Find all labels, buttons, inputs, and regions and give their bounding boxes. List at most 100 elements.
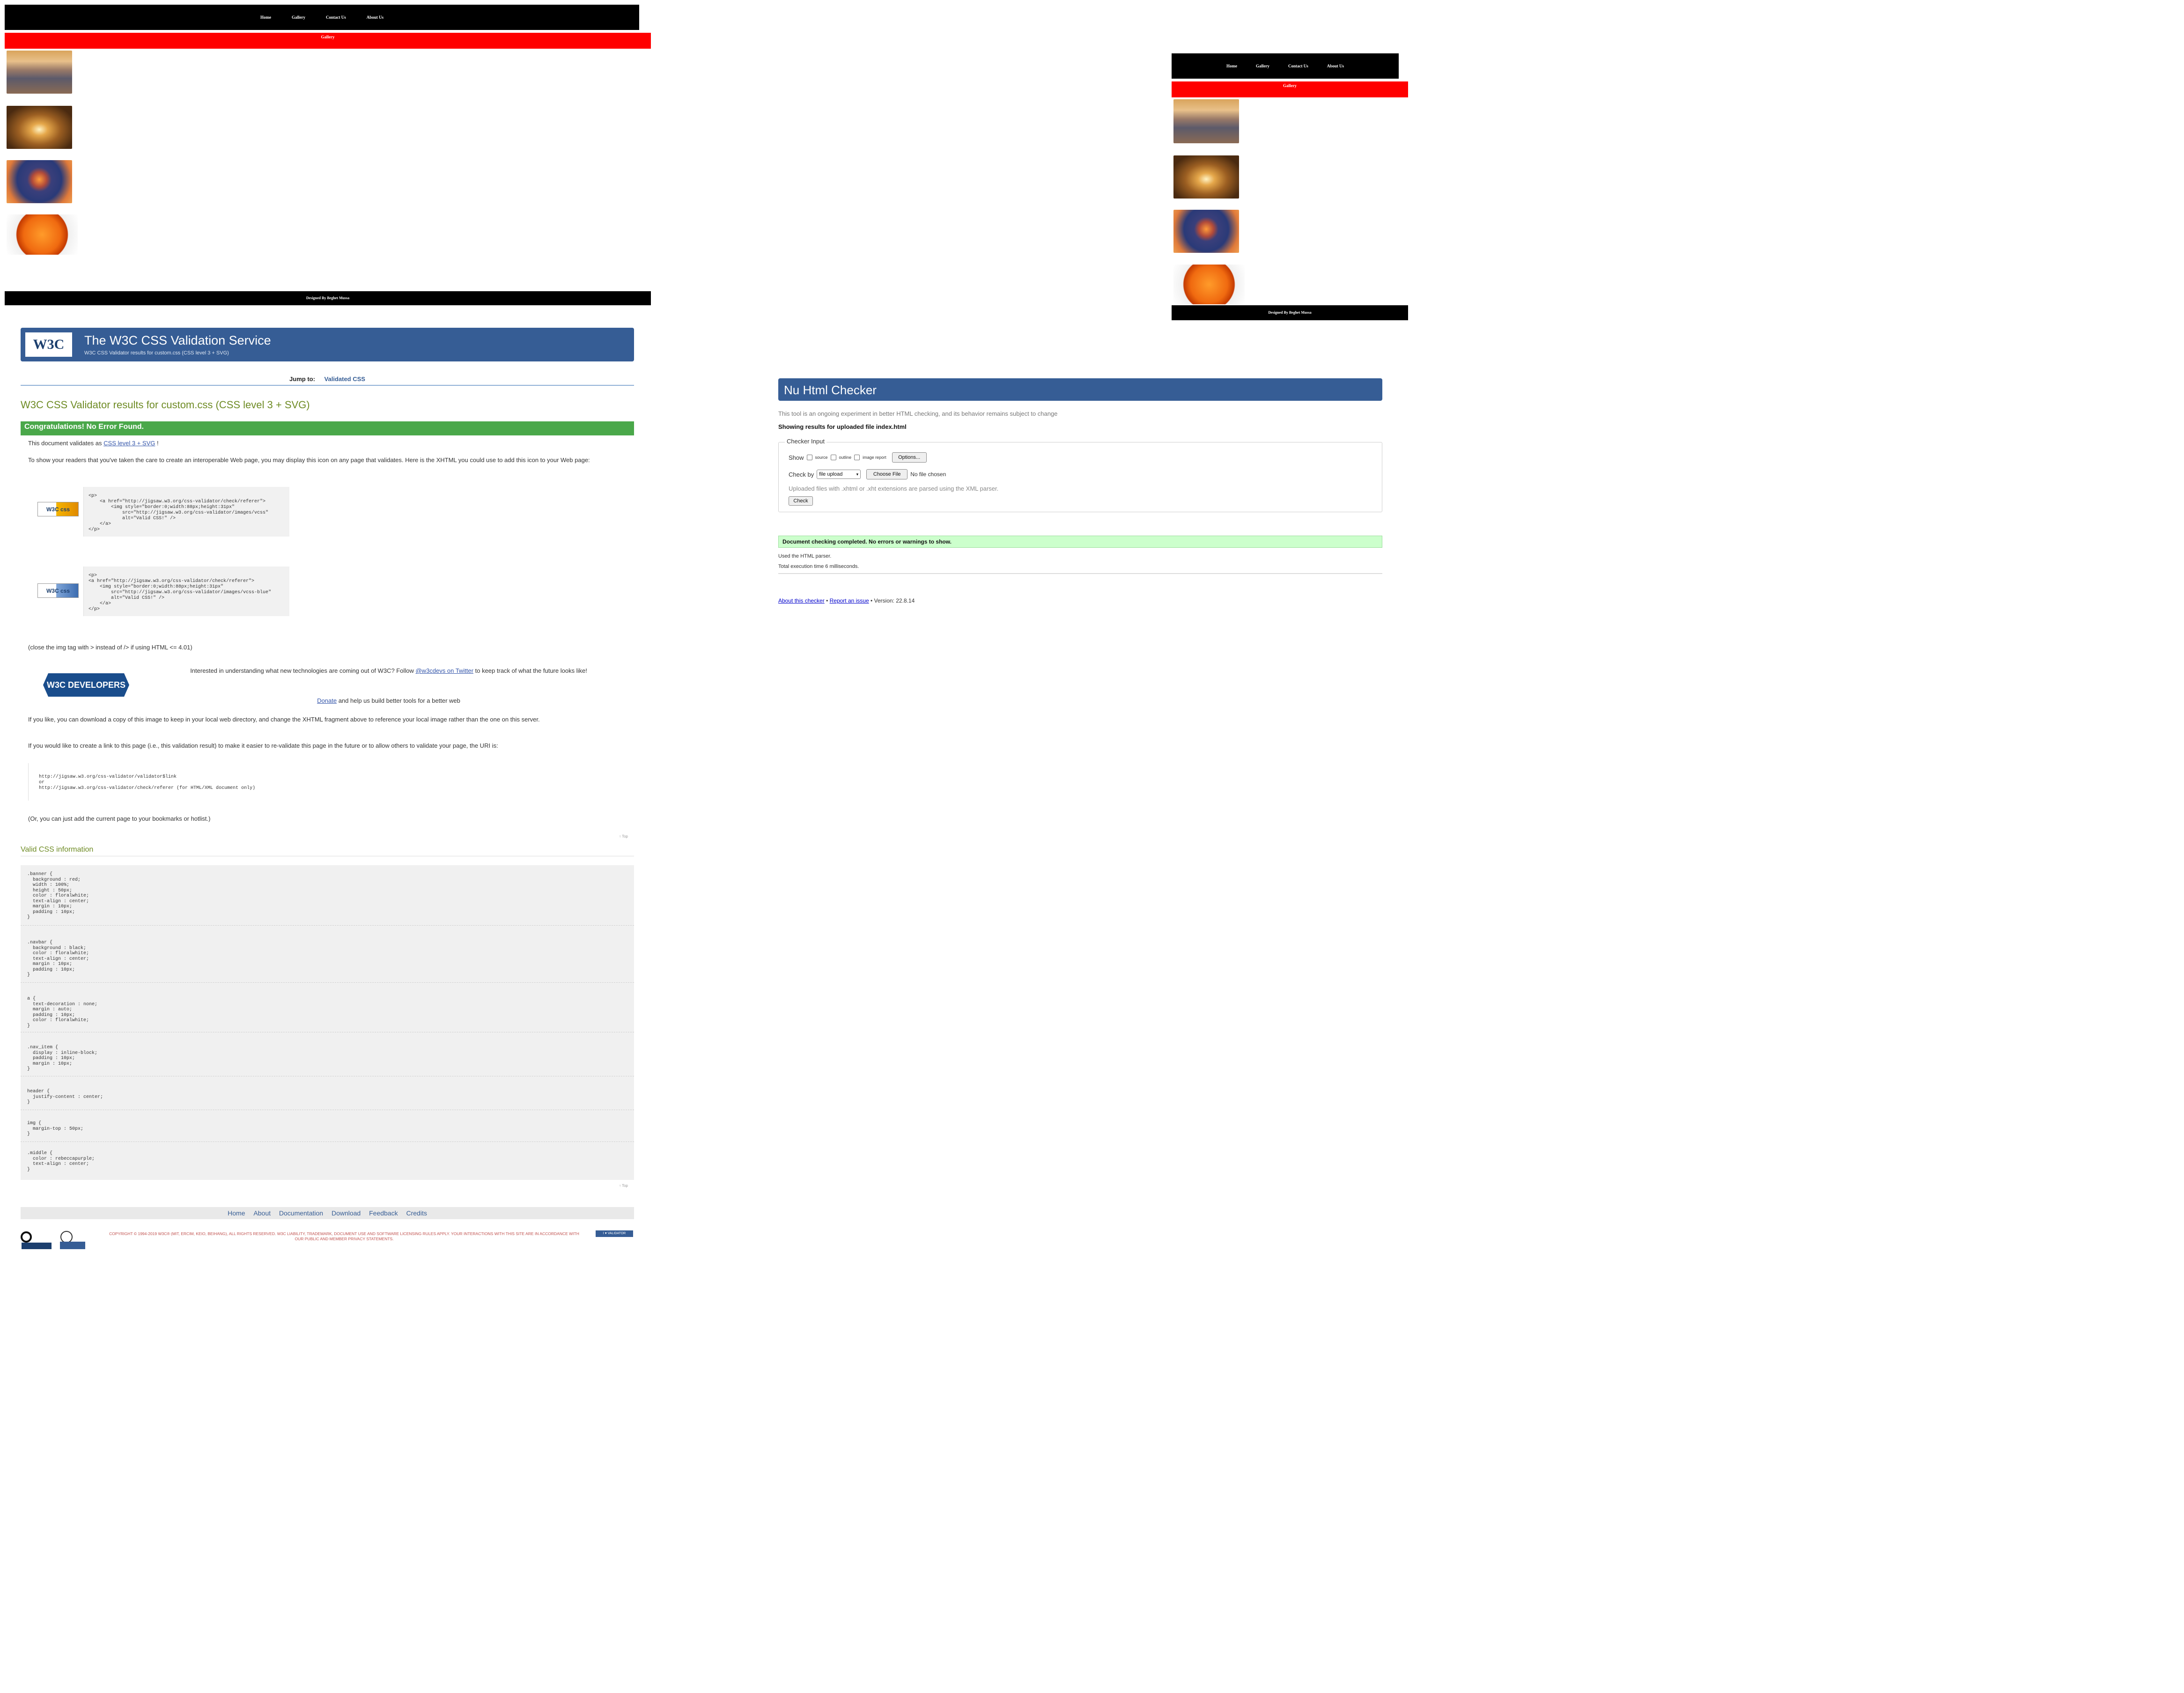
bookmark-text: (Or, you can just add the current page t… <box>28 815 211 822</box>
css-separator <box>21 925 634 926</box>
nu-divider <box>778 573 1382 574</box>
jump-validated-css-link[interactable]: Validated CSS <box>325 375 365 383</box>
right-nav-gallery[interactable]: Gallery <box>1256 64 1269 68</box>
parser-info: Used the HTML parser. <box>778 553 832 559</box>
success-text: Document checking completed. No errors o… <box>782 538 952 545</box>
badge-code-1: <p> <a href="http://jigsaw.w3.org/css-va… <box>89 493 269 532</box>
right-nav-home[interactable]: Home <box>1226 64 1237 68</box>
show-label: Show <box>789 454 804 461</box>
checker-input-legend: Checker Input <box>785 438 826 445</box>
top-link-1[interactable]: ↑ Top <box>619 834 628 839</box>
left-site-footer: Designed By Beghet Mussa <box>5 291 651 305</box>
uri-code-block: http://jigsaw.w3.org/css-validator/valid… <box>28 763 632 801</box>
left-site-navbar: Home Gallery Contact Us About Us <box>5 5 639 30</box>
css-validator-header: W3C The W3C CSS Validation Service W3C C… <box>21 328 634 361</box>
css-rule-middle: .middle { color : rebeccapurple; text-al… <box>27 1151 95 1172</box>
footer-home-link[interactable]: Home <box>228 1209 245 1217</box>
show-icon-text: To show your readers that you've taken t… <box>28 456 590 464</box>
download-text: If you like, you can download a copy of … <box>28 716 540 723</box>
valid-info-title: Valid CSS information <box>21 846 94 854</box>
check-button[interactable]: Check <box>789 496 813 506</box>
congrats-banner: Congratulations! No Error Found. <box>21 421 634 435</box>
jigsaw-logo-icon <box>60 1231 85 1249</box>
nu-showing: Showing results for uploaded file index.… <box>778 423 907 430</box>
footer-download-link[interactable]: Download <box>332 1209 361 1217</box>
footer-documentation-link[interactable]: Documentation <box>279 1209 323 1217</box>
top-link-2[interactable]: ↑ Top <box>619 1184 628 1188</box>
i-love-validator-badge[interactable]: I ♥ VALIDATOR <box>596 1230 633 1237</box>
left-photo-globe <box>7 160 72 203</box>
donate-text: Donate and help us build better tools fo… <box>155 697 623 705</box>
right-photo-sun <box>1173 265 1245 304</box>
source-label: source <box>815 455 828 460</box>
right-site-navbar: Home Gallery Contact Us About Us <box>1172 53 1399 79</box>
w3c-developers-badge[interactable]: W3C DEVELOPERS <box>43 673 129 697</box>
validates-prefix: This document validates as <box>28 440 102 447</box>
choose-file-button[interactable]: Choose File <box>866 469 908 479</box>
about-checker-link[interactable]: About this checker <box>778 597 825 604</box>
uri-code: http://jigsaw.w3.org/css-validator/valid… <box>39 774 256 791</box>
right-photo-globe <box>1173 210 1239 253</box>
results-title: W3C CSS Validator results for custom.css… <box>21 399 310 411</box>
footer-credits-link[interactable]: Credits <box>406 1209 427 1217</box>
jigsaw-css-logo[interactable] <box>56 1229 87 1250</box>
close-tag-note: (close the img tag with > instead of /> … <box>28 644 192 651</box>
source-checkbox[interactable] <box>806 455 812 460</box>
outline-label: outline <box>839 455 852 460</box>
outline-checkbox[interactable] <box>830 455 836 460</box>
qa-logo-icon <box>21 1231 52 1249</box>
twitter-link[interactable]: @w3cdevs on Twitter <box>415 667 473 674</box>
no-file-text: No file chosen <box>910 471 946 478</box>
right-photo-city <box>1173 99 1239 143</box>
nu-checker-title: Nu Html Checker <box>784 383 877 397</box>
copyright-text: COPYRIGHT © 1994-2019 W3C® (MIT, ERCIM, … <box>109 1231 579 1241</box>
w3c-logo[interactable]: W3C <box>25 332 72 357</box>
quality-assurance-logo[interactable] <box>21 1230 53 1250</box>
validates-suffix: ! <box>156 440 159 447</box>
left-nav-contact[interactable]: Contact Us <box>326 15 346 20</box>
css-level-link[interactable]: CSS level 3 + SVG <box>103 440 155 447</box>
badge-code-block-1: <p> <a href="http://jigsaw.w3.org/css-va… <box>83 487 289 537</box>
left-nav-home[interactable]: Home <box>260 15 271 20</box>
footer-separator: • <box>826 597 828 604</box>
css-rule-nav-item: .nav_item { display : inline-block; padd… <box>27 1045 98 1072</box>
left-photo-sun <box>7 214 78 255</box>
image-report-checkbox[interactable] <box>854 455 860 460</box>
check-by-select[interactable]: file upload ▾ <box>817 470 861 479</box>
css-validator-title: The W3C CSS Validation Service <box>84 333 271 347</box>
jump-label: Jump to: <box>289 375 315 383</box>
right-site-footer: Designed By Beghet Mussa <box>1172 305 1408 320</box>
check-by-row: Check by file upload ▾ Choose File No fi… <box>789 469 946 479</box>
left-photo-city <box>7 51 72 94</box>
validates-text: This document validates as CSS level 3 +… <box>28 439 159 448</box>
valid-css-badge-yellow[interactable]: W3C css <box>37 502 79 516</box>
valid-css-badge-blue[interactable]: W3C css <box>37 583 79 598</box>
left-nav-about[interactable]: About Us <box>367 15 384 20</box>
show-row: Show source outline image report Options… <box>789 452 927 463</box>
jump-to-bar: Jump to: Validated CSS <box>21 375 634 383</box>
right-site-banner: Gallery <box>1172 81 1408 97</box>
report-issue-link[interactable]: Report an issue <box>830 597 869 604</box>
interest-text: Interested in understanding what new tec… <box>155 667 623 675</box>
right-nav-about[interactable]: About Us <box>1327 64 1344 68</box>
right-photo-hall <box>1173 155 1239 199</box>
css-rule-banner: .banner { background : red; width : 100%… <box>27 872 89 920</box>
footer-about-link[interactable]: About <box>253 1209 271 1217</box>
left-site-banner: Gallery <box>5 33 651 49</box>
donate-suffix: and help us build better tools for a bet… <box>338 697 460 704</box>
footer-feedback-link[interactable]: Feedback <box>369 1209 398 1217</box>
left-photo-hall <box>7 106 72 149</box>
options-button[interactable]: Options... <box>892 452 927 463</box>
css-validator-subtitle: W3C CSS Validator results for custom.css… <box>84 350 229 356</box>
css-separator <box>21 982 634 983</box>
link-text: If you would like to create a link to th… <box>28 742 498 749</box>
donate-link[interactable]: Donate <box>317 697 337 704</box>
left-nav-gallery[interactable]: Gallery <box>292 15 305 20</box>
badge-code-block-2: <p> <a href="http://jigsaw.w3.org/css-va… <box>83 567 289 616</box>
css-rule-a: a { text-decoration : none; margin : aut… <box>27 996 98 1029</box>
right-nav-contact[interactable]: Contact Us <box>1288 64 1308 68</box>
jump-divider <box>21 385 634 386</box>
nu-checker-header: Nu Html Checker <box>778 378 1382 401</box>
css-separator <box>21 1141 634 1142</box>
version-text: • Version: 22.8.14 <box>871 597 915 604</box>
